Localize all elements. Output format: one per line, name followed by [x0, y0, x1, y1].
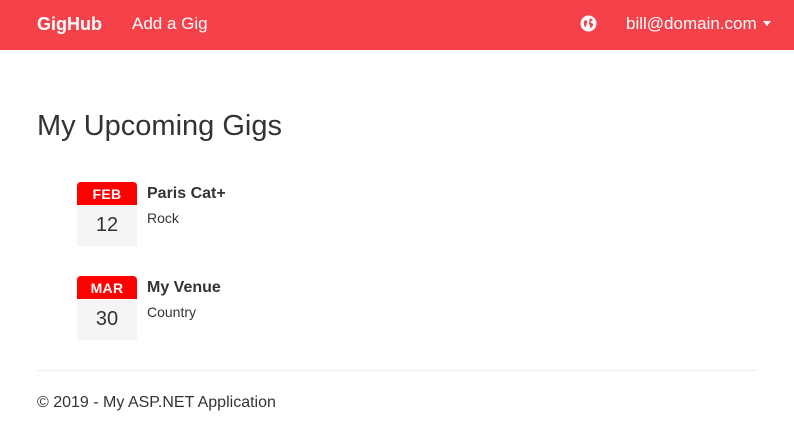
gig-day: 30	[95, 308, 119, 330]
brand-link[interactable]: GigHub	[37, 14, 102, 34]
gig-month: FEB	[77, 182, 137, 205]
page-title: My Upcoming Gigs	[37, 110, 282, 142]
gig-venue: Paris Cat+	[147, 185, 226, 202]
caret-down-icon	[762, 21, 771, 27]
gig-item: MAR 30 My Venue Country	[77, 276, 477, 340]
user-email: bill@domain.com	[626, 14, 757, 33]
calendar-badge: FEB 12	[77, 182, 137, 246]
footer-divider	[37, 370, 757, 371]
user-menu[interactable]: bill@domain.com	[626, 14, 771, 34]
globe-icon[interactable]	[580, 15, 597, 32]
gig-genre: Country	[147, 304, 197, 320]
gig-month: MAR	[77, 276, 137, 299]
add-gig-link[interactable]: Add a Gig	[132, 14, 208, 34]
gig-day: 12	[95, 214, 119, 236]
gig-genre: Rock	[147, 210, 179, 226]
gig-item: FEB 12 Paris Cat+ Rock	[77, 182, 477, 246]
gig-venue: My Venue	[147, 279, 221, 296]
calendar-badge: MAR 30	[77, 276, 137, 340]
footer-copyright: © 2019 - My ASP.NET Application	[37, 394, 276, 411]
navbar: GigHub Add a Gig bill@domain.com	[0, 0, 794, 50]
